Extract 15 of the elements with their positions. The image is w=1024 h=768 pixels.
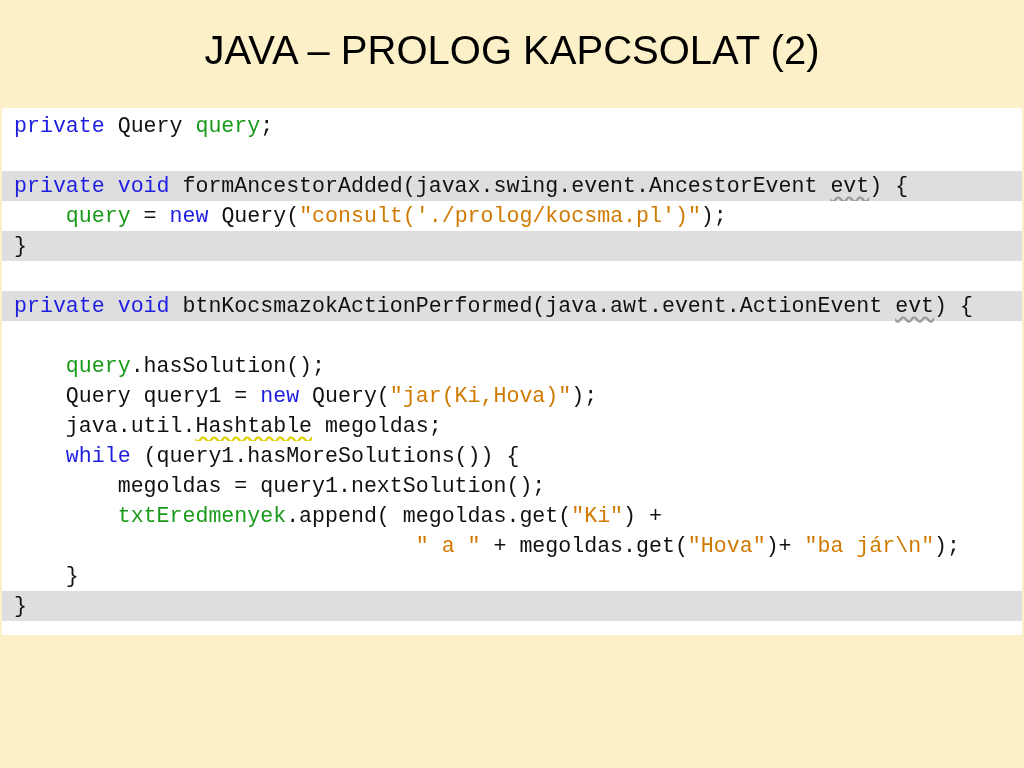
code-line: " a " + megoldas.get("Hova")+ "ba jár\n"); xyxy=(414,534,961,558)
code-line: query.hasSolution(); xyxy=(64,354,326,378)
code-line: } xyxy=(14,234,27,258)
code-line: while (query1.hasMoreSolutions()) { xyxy=(64,444,520,468)
code-line: txtEredmenyek.append( megoldas.get("Ki") + xyxy=(116,504,662,528)
code-line: private void formAncestorAdded(javax.swing.event.AncestorEvent evt) { xyxy=(14,174,909,198)
code-line: private void btnKocsmazokActionPerformed(java.awt.event.ActionEvent evt) { xyxy=(14,294,973,318)
code-line: } xyxy=(14,594,27,618)
code-line: Query query1 = new Query("jar(Ki,Hova)"); xyxy=(64,384,598,408)
code-line: private Query query; xyxy=(14,114,274,138)
code-line: } xyxy=(64,564,79,588)
slide-title: JAVA – PROLOG KAPCSOLAT (2) xyxy=(204,28,820,72)
code-line: java.util.Hashtable megoldas; xyxy=(64,414,442,438)
code-line: query = new Query("consult('./prolog/kocsma.pl')"); xyxy=(64,204,727,228)
code-line: megoldas = query1.nextSolution(); xyxy=(116,474,546,498)
